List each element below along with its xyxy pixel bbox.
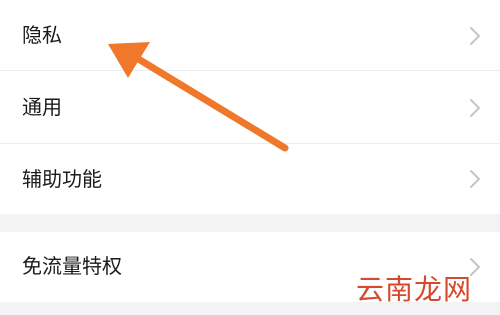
chevron-right-icon — [470, 99, 480, 117]
settings-item-label: 通用 — [22, 95, 62, 119]
settings-item-label: 辅助功能 — [22, 167, 102, 191]
section-gap — [0, 214, 500, 232]
settings-item-label: 免流量特权 — [22, 254, 122, 278]
chevron-right-icon — [470, 170, 480, 188]
settings-item-accessibility[interactable]: 辅助功能 — [0, 144, 500, 214]
settings-item-privacy[interactable]: 隐私 — [0, 0, 500, 70]
settings-item-general[interactable]: 通用 — [0, 71, 500, 143]
watermark-logo: 云南龙网 — [355, 273, 472, 306]
settings-item-label: 隐私 — [22, 23, 62, 47]
chevron-right-icon — [470, 27, 480, 45]
